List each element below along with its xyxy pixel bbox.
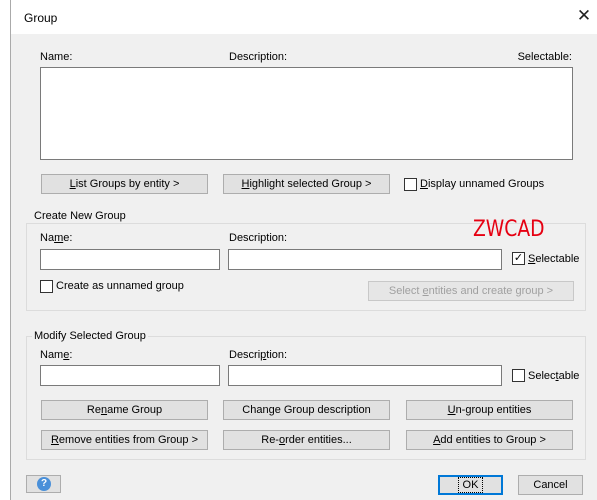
column-header-selectable: Selectable: <box>517 51 572 63</box>
highlight-selected-group-button[interactable]: Highlight selected Group > <box>223 174 390 194</box>
create-unnamed-label[interactable]: Create as unnamed group <box>56 280 184 292</box>
column-header-name: Name: <box>40 51 73 63</box>
modify-selectable-label[interactable]: Selectable <box>528 370 579 382</box>
window-title: Group <box>24 11 58 25</box>
create-selectable-label[interactable]: Selectable <box>528 253 579 265</box>
modify-description-input[interactable] <box>228 365 502 386</box>
create-name-input[interactable] <box>40 249 220 270</box>
ok-button[interactable]: OK <box>438 475 503 495</box>
create-selectable-checkbox[interactable]: ✓ <box>512 252 525 265</box>
rename-group-button[interactable]: Rename Group <box>41 400 208 420</box>
column-header-description: Description: <box>229 51 288 63</box>
display-unnamed-groups-checkbox[interactable] <box>404 178 417 191</box>
change-group-description-button[interactable]: Change Group description <box>223 400 390 420</box>
groups-list[interactable] <box>40 67 573 160</box>
checkmark-icon: ✓ <box>513 252 524 264</box>
close-icon[interactable]: ✕ <box>574 6 594 26</box>
remove-entities-button[interactable]: Remove entities from Group > <box>41 430 208 450</box>
reorder-entities-button[interactable]: Re-order entities... <box>223 430 390 450</box>
modify-group-title: Modify Selected Group <box>32 330 148 342</box>
list-groups-by-entity-button[interactable]: List Groups by entity > <box>41 174 208 194</box>
modify-selectable-checkbox[interactable] <box>512 369 525 382</box>
group-dialog: Group ✕ Name: Description: Selectable: L… <box>10 0 597 500</box>
help-button[interactable]: ? <box>26 475 61 493</box>
create-description-label: Description: <box>229 232 288 244</box>
display-unnamed-groups-label[interactable]: Display unnamed Groups <box>420 178 544 190</box>
cancel-button[interactable]: Cancel <box>518 475 583 495</box>
create-unnamed-checkbox[interactable] <box>40 280 53 293</box>
select-entities-create-group-button[interactable]: Select entities and create group > <box>368 281 574 301</box>
modify-description-label: Description: <box>229 349 288 361</box>
create-description-input[interactable] <box>228 249 502 270</box>
question-mark-icon: ? <box>37 477 51 491</box>
ungroup-entities-button[interactable]: Un-group entities <box>406 400 573 420</box>
modify-name-input[interactable] <box>40 365 220 386</box>
create-name-label: Name: <box>40 232 73 244</box>
create-group-title: Create New Group <box>32 210 128 222</box>
add-entities-button[interactable]: Add entities to Group > <box>406 430 573 450</box>
title-bar: Group ✕ <box>11 0 597 34</box>
modify-name-label: Name: <box>40 349 73 361</box>
zwcad-watermark: ZWCAD <box>473 217 545 242</box>
